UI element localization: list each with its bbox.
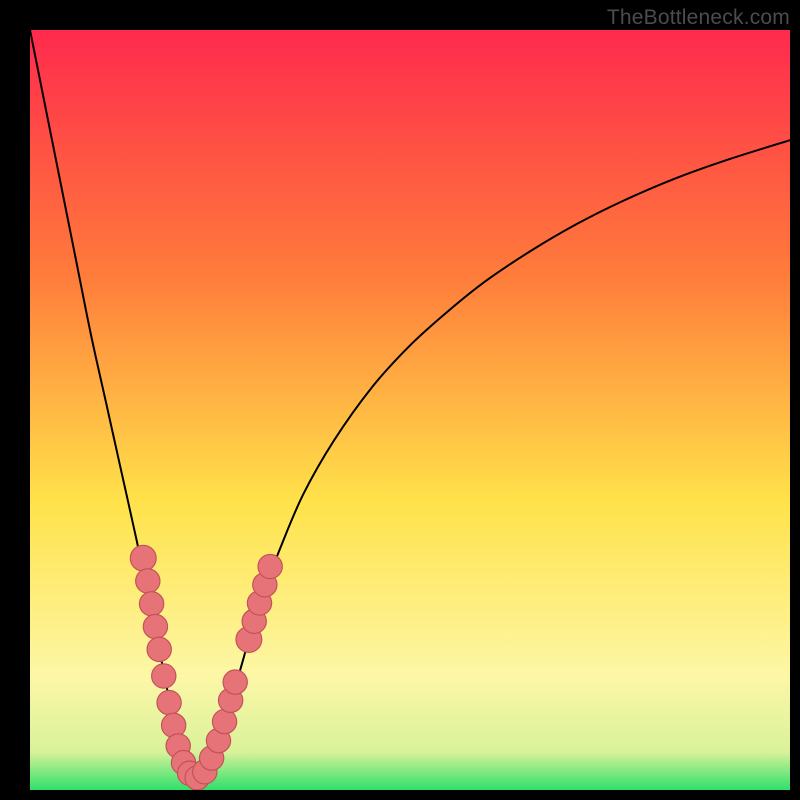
gradient-background: [30, 30, 790, 790]
data-marker: [258, 554, 282, 578]
watermark-text: TheBottleneck.com: [607, 6, 790, 30]
data-marker: [212, 709, 236, 733]
data-marker: [223, 670, 247, 694]
chart-frame: TheBottleneck.com: [0, 0, 800, 800]
data-marker: [139, 592, 163, 616]
data-marker: [130, 545, 156, 571]
data-marker: [157, 690, 181, 714]
chart-svg: [30, 30, 790, 790]
data-marker: [152, 664, 176, 688]
plot-area: [30, 30, 790, 790]
data-marker: [143, 614, 167, 638]
data-marker: [147, 637, 171, 661]
data-marker: [136, 569, 160, 593]
